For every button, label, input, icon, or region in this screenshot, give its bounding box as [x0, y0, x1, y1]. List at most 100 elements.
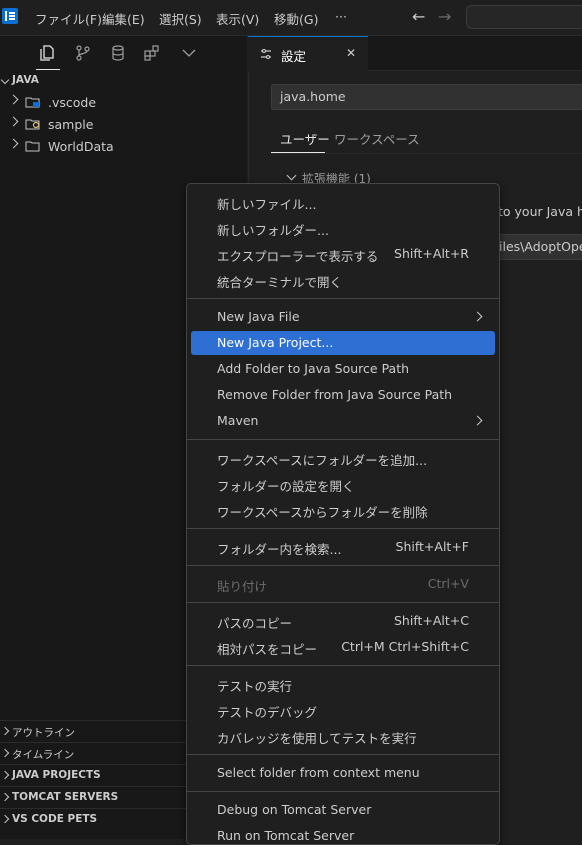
folder-icon	[25, 141, 40, 152]
back-arrow-icon[interactable]: ←	[412, 7, 425, 26]
extensions-icon[interactable]	[143, 44, 161, 62]
forward-arrow-icon[interactable]: →	[438, 7, 451, 26]
chevron-right-icon	[0, 726, 10, 736]
menu-item[interactable]: 統合ターミナルで開く	[191, 268, 495, 292]
menu-separator	[187, 528, 499, 529]
tree-item-label: WorldData	[48, 139, 114, 154]
menu-item-shortcut: Ctrl+V	[427, 576, 469, 591]
menu-more[interactable]: ···	[335, 9, 347, 24]
chevron-right-icon	[472, 311, 483, 322]
menu-item[interactable]: 新しいファイル...	[191, 190, 495, 214]
setting-value-input[interactable]: iles\AdoptOpen	[498, 234, 582, 260]
tab-settings[interactable]: 設定 ✕	[248, 36, 368, 71]
menu-item: 貼り付け Ctrl+V	[191, 572, 495, 596]
menu-item-shortcut: Ctrl+M Ctrl+Shift+C	[341, 639, 469, 654]
settings-sliders-icon	[261, 48, 271, 60]
chevron-right-icon	[8, 138, 19, 149]
menu-item-label: フォルダーの設定を開く	[217, 479, 355, 494]
tab-user[interactable]: ユーザー	[280, 129, 330, 148]
menu-item-shortcut: Shift+Alt+F	[395, 539, 469, 554]
tree-item-label: .vscode	[48, 95, 97, 110]
bulb-folder-icon	[25, 119, 40, 130]
menu-item[interactable]: Remove Folder from Java Source Path	[191, 383, 495, 407]
menu-item[interactable]: 新しいフォルダー...	[191, 216, 495, 240]
section-label: アウトライン	[12, 727, 75, 739]
menu-item-label: カバレッジを使用してテストを実行	[217, 731, 417, 746]
context-menu: 新しいファイル... 新しいフォルダー... エクスプローラーで表示する Shift+…	[186, 183, 500, 845]
menu-item-label: Remove Folder from Java Source Path	[217, 387, 453, 402]
tabs-bar	[368, 36, 582, 71]
tree-item-sample[interactable]: sample	[0, 114, 247, 136]
menu-item-label: Maven	[217, 413, 259, 428]
menu-item-label: 統合ターミナルで開く	[217, 275, 343, 290]
files-icon[interactable]	[38, 44, 56, 62]
menu-item[interactable]: Add Folder to Java Source Path	[191, 357, 495, 381]
vscode-folder-icon	[25, 97, 40, 108]
menu-item[interactable]: エクスプローラーで表示する Shift+Alt+R	[191, 242, 495, 266]
menu-item-label: 貼り付け	[217, 579, 268, 594]
menu-item[interactable]: 相対パスをコピー Ctrl+M Ctrl+Shift+C	[191, 635, 495, 659]
section-label: VS CODE PETS	[12, 813, 98, 825]
menu-item[interactable]: Maven	[191, 409, 495, 433]
section-label: TOMCAT SERVERS	[12, 791, 119, 803]
menu-item-label: 新しいフォルダー...	[217, 223, 329, 238]
chevron-down-icon[interactable]	[180, 44, 198, 62]
menu-selection[interactable]: 選択(S)	[159, 9, 202, 28]
explorer-root-label: JAVA	[12, 74, 39, 86]
settings-search-input[interactable]: java.home	[271, 84, 582, 110]
tree-item-vscode[interactable]: .vscode	[0, 92, 247, 114]
chevron-right-icon	[0, 792, 10, 802]
menu-item[interactable]: New Java File	[191, 305, 495, 329]
menu-item-label: New Java File	[217, 309, 300, 324]
source-control-icon[interactable]	[74, 44, 92, 62]
menu-item[interactable]: フォルダー内を検索... Shift+Alt+F	[191, 535, 495, 559]
database-icon[interactable]	[109, 44, 127, 62]
menu-item[interactable]: New Java Project...	[191, 331, 495, 355]
close-icon[interactable]: ✕	[346, 46, 356, 60]
menu-go[interactable]: 移動(G)	[274, 9, 318, 28]
menu-item-label: テストのデバッグ	[217, 705, 318, 720]
menu-view[interactable]: 表示(V)	[216, 9, 259, 28]
menu-item-label: New Java Project...	[217, 335, 334, 350]
tab-label: 設定	[281, 49, 307, 64]
menu-item-label: ワークスペースからフォルダーを削除	[217, 505, 428, 520]
menu-item-label: 新しいファイル...	[217, 197, 317, 212]
menu-item[interactable]: パスのコピー Shift+Alt+C	[191, 609, 495, 633]
chevron-right-icon	[472, 415, 483, 426]
chevron-right-icon	[8, 94, 19, 105]
section-label: タイムライン	[12, 749, 75, 761]
tree-item-worlddata[interactable]: WorldData	[0, 136, 247, 158]
menu-item[interactable]: Debug on Tomcat Server	[191, 798, 495, 822]
menu-separator	[187, 565, 499, 566]
menu-item-shortcut: Shift+Alt+R	[394, 246, 469, 261]
command-center-search[interactable]	[466, 5, 582, 29]
menu-item[interactable]: Select folder from context menu	[191, 761, 495, 785]
menu-item-label: Add Folder to Java Source Path	[217, 361, 410, 376]
section-label: JAVA PROJECTS	[12, 769, 101, 781]
tab-workspace[interactable]: ワークスペース	[334, 129, 420, 148]
menu-separator	[187, 602, 499, 603]
menu-item[interactable]: テストのデバッグ	[191, 698, 495, 722]
menu-item[interactable]: Run on Tomcat Server	[191, 824, 495, 844]
chevron-right-icon	[0, 770, 10, 780]
chevron-down-icon	[0, 75, 10, 85]
menu-item-label: Run on Tomcat Server	[217, 828, 355, 843]
menu-item[interactable]: フォルダーの設定を開く	[191, 472, 495, 496]
menu-item-label: エクスプローラーで表示する	[217, 249, 379, 264]
menu-file[interactable]: ファイル(F)	[35, 9, 102, 28]
active-tab-indicator	[271, 152, 325, 153]
menu-item-label: パスのコピー	[217, 616, 293, 631]
menu-item-label: Debug on Tomcat Server	[217, 802, 372, 817]
menu-item[interactable]: ワークスペースにフォルダーを追加...	[191, 446, 495, 470]
chevron-right-icon	[0, 748, 10, 758]
menu-edit[interactable]: 編集(E)	[102, 9, 145, 28]
divider	[271, 153, 582, 154]
menu-item-label: フォルダー内を検索...	[217, 542, 342, 557]
menu-separator	[187, 665, 499, 666]
menu-item[interactable]: テストの実行	[191, 672, 495, 696]
menu-item[interactable]: ワークスペースからフォルダーを削除	[191, 498, 495, 522]
chevron-right-icon	[8, 116, 19, 127]
menu-item[interactable]: カバレッジを使用してテストを実行	[191, 724, 495, 748]
menu-separator	[187, 298, 499, 299]
explorer-root-header[interactable]: JAVA	[0, 70, 247, 92]
